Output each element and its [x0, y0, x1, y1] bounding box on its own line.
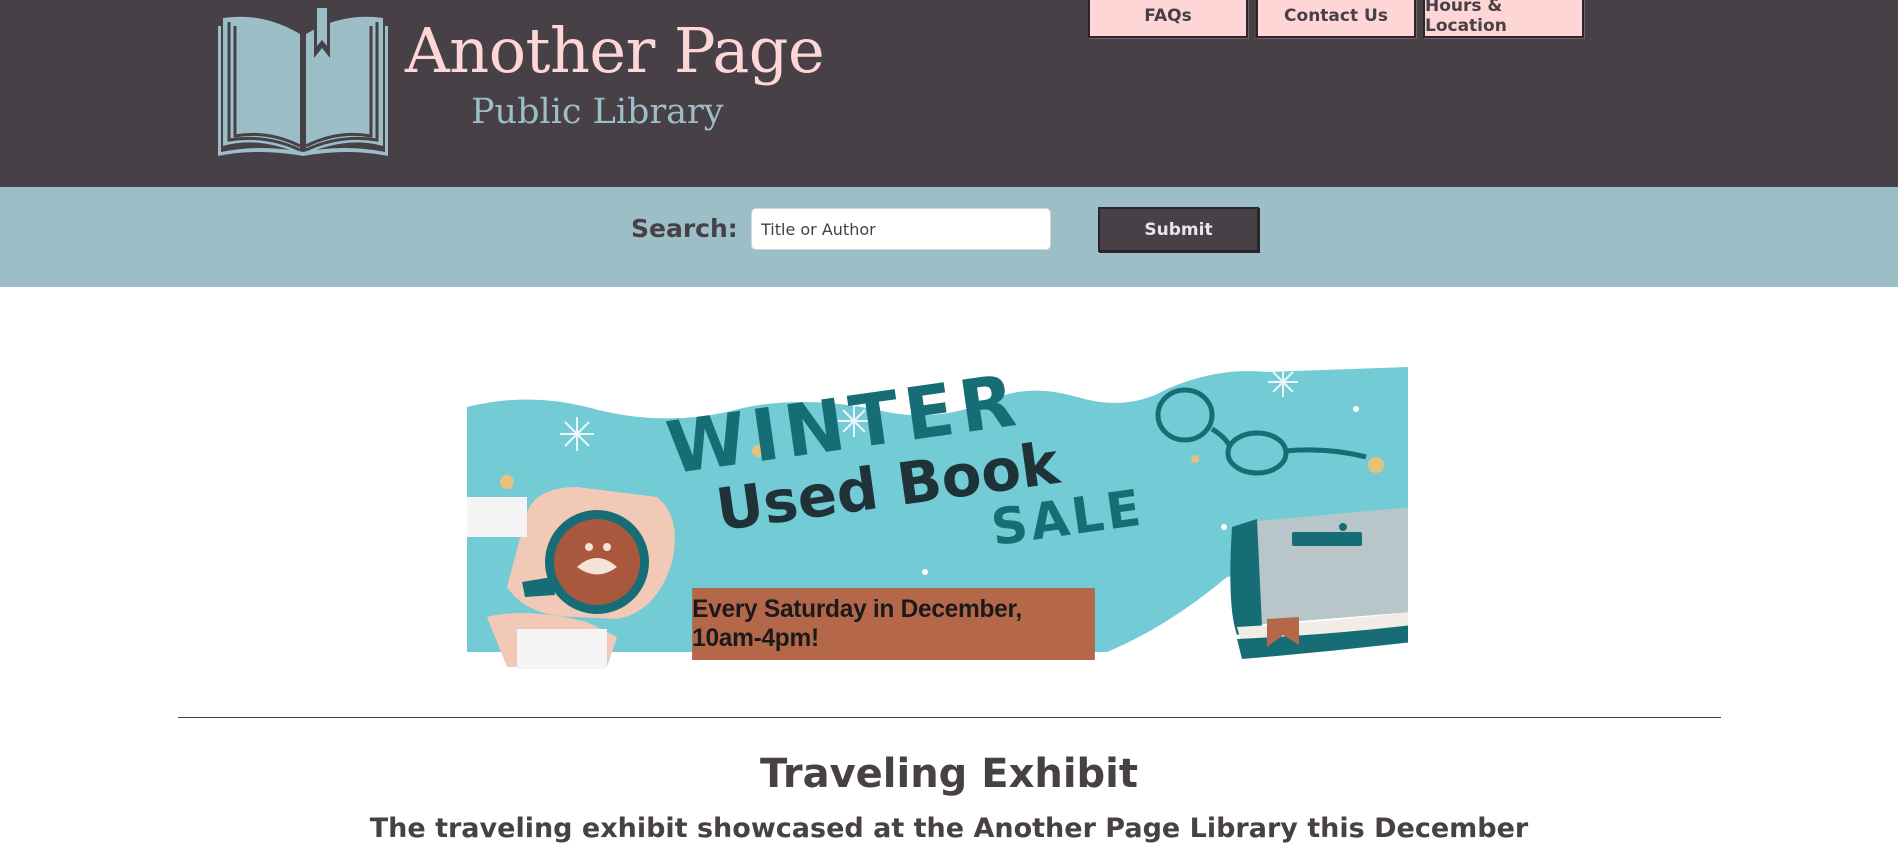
open-book-icon[interactable]: [218, 8, 388, 156]
submit-button[interactable]: Submit: [1098, 207, 1259, 252]
search-bar: Search: Submit: [0, 187, 1898, 287]
library-subtitle: Public Library: [471, 92, 724, 132]
sale-schedule-banner: Every Saturday in December, 10am-4pm!: [692, 588, 1095, 660]
nav-contact-button[interactable]: Contact Us: [1256, 0, 1416, 38]
nav-hours-location-button[interactable]: Hours & Location: [1423, 0, 1584, 38]
search-input[interactable]: [751, 208, 1051, 250]
promo-carousel: WINTER Used Book SALE Every Saturday in …: [467, 367, 1408, 669]
exhibit-description: The traveling exhibit showcased at the A…: [369, 813, 1529, 844]
chevron-right-icon[interactable]: [467, 367, 493, 407]
search-label: Search:: [631, 214, 738, 243]
site-header: Another Page Public Library FAQs Contact…: [0, 0, 1898, 187]
library-name: Another Page: [405, 14, 825, 87]
exhibit-title: Traveling Exhibit: [759, 751, 1139, 797]
section-divider: [178, 717, 1721, 718]
nav-faqs-button[interactable]: FAQs: [1088, 0, 1248, 38]
book-icon: [1230, 507, 1408, 659]
